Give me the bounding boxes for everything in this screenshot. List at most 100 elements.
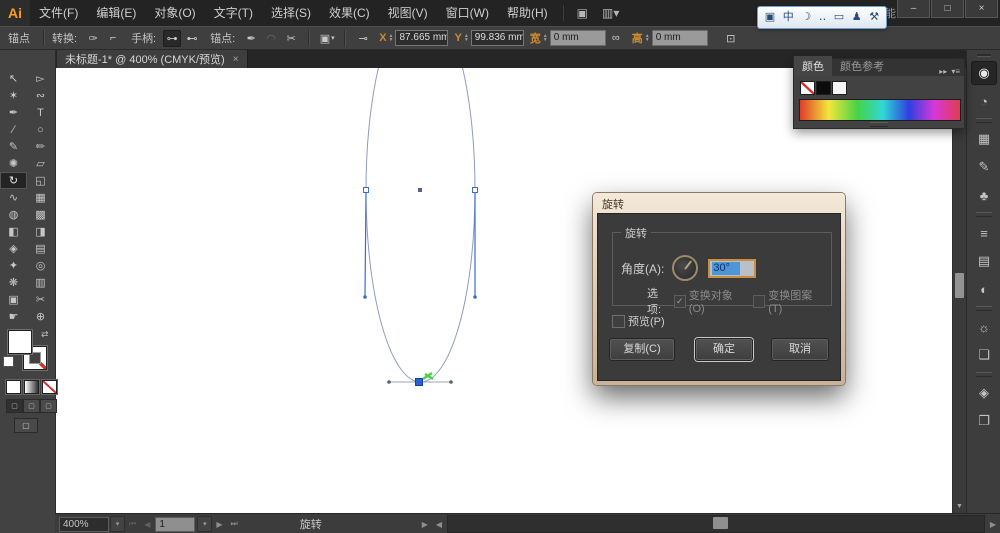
dock-group-grip[interactable] (976, 212, 992, 217)
blend-tool-button[interactable]: ◎ (27, 257, 54, 274)
width-stepper[interactable]: ▲ ▼ (543, 34, 548, 43)
scroll-left-icon[interactable]: ◀ (432, 520, 446, 529)
zoom-level-field[interactable]: 400% (59, 516, 109, 532)
scale-tool-button[interactable]: ◱ (27, 172, 54, 189)
ime-punctuation-icon[interactable]: ‥ (819, 12, 826, 23)
eyedropper-tool-button[interactable]: ✦ (0, 257, 27, 274)
white-swatch[interactable] (832, 81, 847, 95)
dock-group-grip[interactable] (976, 118, 992, 123)
ok-button[interactable]: 确定 (695, 338, 753, 361)
menu-item-window[interactable]: 窗口(W) (437, 0, 498, 26)
right-anchor-point[interactable] (472, 187, 478, 193)
column-graph-tool-button[interactable]: ▥ (27, 274, 54, 291)
maximize-button[interactable]: □ (931, 0, 964, 18)
type-tool-button[interactable]: T (27, 104, 54, 121)
arrange-documents-icon[interactable]: ▥▾ (595, 6, 626, 20)
panel-brushes-icon[interactable]: ✎ (971, 155, 997, 179)
show-handles-icon[interactable]: ⊶ (163, 29, 182, 47)
panel-menu-icon[interactable]: ▾≡ (951, 67, 960, 76)
dock-group-grip[interactable] (976, 306, 992, 311)
panel-resize-handle[interactable] (870, 122, 888, 127)
left-anchor-point[interactable] (363, 187, 369, 193)
panel-color-guide-icon[interactable]: ◔ (971, 89, 997, 113)
free-transform-tool-button[interactable]: ▦ (27, 189, 54, 206)
bottom-right-handle-endpoint[interactable] (449, 380, 453, 384)
panel-layers-icon[interactable]: ◈ (971, 381, 997, 405)
preview-checkbox[interactable] (612, 314, 625, 328)
ime-toolbar[interactable]: ▣ 中 ☽ ‥ ▭ ♟ ⚒ (757, 6, 887, 29)
connect-path-icon[interactable]: ◠ (262, 30, 280, 47)
first-artboard-icon[interactable]: ⏮ (125, 519, 140, 529)
mesh-tool-button[interactable]: ◈ (0, 240, 27, 257)
slice-tool-button[interactable]: ✂ (27, 291, 54, 308)
color-mode-none[interactable] (42, 380, 57, 394)
symbol-sprayer-tool-button[interactable]: ❋ (0, 274, 27, 291)
close-tab-icon[interactable]: × (233, 54, 239, 65)
y-field[interactable]: 99.836 mm (470, 30, 524, 46)
color-mode-fill[interactable] (6, 380, 21, 394)
pen-tool-button[interactable]: ✒ (0, 104, 27, 121)
scroll-down-icon[interactable]: ▼ (953, 500, 966, 513)
document-tab[interactable]: 未标题-1* @ 400% (CMYK/预览) × (57, 50, 248, 68)
panel-stroke-icon[interactable]: ≡ (971, 221, 997, 245)
center-point-marker[interactable] (418, 188, 422, 192)
vertical-scrollbar-thumb[interactable] (955, 273, 964, 298)
convert-corner-icon[interactable]: ⌐ (104, 30, 122, 47)
panel-gradient-icon[interactable]: ▤ (971, 249, 997, 273)
selection-tool-button[interactable]: ↖ (0, 70, 27, 87)
menu-item-select[interactable]: 选择(S) (262, 0, 320, 26)
blob-brush-tool-button[interactable]: ✺ (0, 155, 27, 172)
rotate-tool-button[interactable]: ↻ (0, 172, 27, 189)
transform-patterns-checkbox[interactable] (753, 294, 766, 308)
last-artboard-icon[interactable]: ⏭ (227, 519, 242, 529)
gradient-tool-button[interactable]: ▤ (27, 240, 54, 257)
selected-anchor-point[interactable] (415, 378, 423, 386)
hand-tool-button[interactable]: ☛ (0, 308, 27, 325)
cut-path-icon[interactable]: ✂ (282, 30, 300, 47)
live-paint-selection-tool-button[interactable]: ◨ (27, 223, 54, 240)
menu-item-object[interactable]: 对象(O) (145, 0, 204, 26)
pencil-tool-button[interactable]: ✏ (27, 138, 54, 155)
ime-chinese-mode-icon[interactable]: 中 (783, 12, 794, 23)
swap-fill-stroke-icon[interactable]: ⇄ (41, 329, 49, 340)
panel-artboards-icon[interactable]: ❐ (971, 409, 997, 433)
ime-user-icon[interactable]: ♟ (852, 12, 862, 23)
next-artboard-icon[interactable]: ▶ (212, 520, 226, 529)
panel-graphic-styles-icon[interactable]: ❏ (971, 343, 997, 367)
paintbrush-tool-button[interactable]: ✎ (0, 138, 27, 155)
eraser-tool-button[interactable]: ▱ (27, 155, 54, 172)
artboard-dropdown-icon[interactable]: ▾ (197, 516, 213, 532)
hide-handles-icon[interactable]: ⊷ (183, 30, 201, 47)
cancel-button[interactable]: 取消 (771, 338, 829, 361)
ellipse-tool-button[interactable]: ○ (27, 121, 54, 138)
menu-item-edit[interactable]: 编辑(E) (87, 0, 145, 26)
bottom-left-handle-endpoint[interactable] (387, 380, 391, 384)
panel-symbols-icon[interactable]: ♣ (971, 183, 997, 207)
lasso-tool-button[interactable]: ∾ (27, 87, 54, 104)
panel-appearance-icon[interactable]: ☼ (971, 315, 997, 339)
horizontal-scrollbar-thumb[interactable] (713, 517, 729, 529)
align-point-icon[interactable]: ⊸ (354, 30, 372, 47)
width-field[interactable]: 0 mm (549, 30, 606, 46)
magic-wand-tool-button[interactable]: ✶ (0, 87, 27, 104)
height-field[interactable]: 0 mm (651, 30, 708, 46)
width-tool-button[interactable]: ∿ (0, 189, 27, 206)
expand-panels-icon[interactable]: ▸▸ (939, 67, 947, 76)
menu-item-view[interactable]: 视图(V) (379, 0, 437, 26)
ellipse-path[interactable] (365, 68, 476, 383)
black-swatch[interactable] (816, 81, 831, 95)
x-stepper[interactable]: ▲ ▼ (389, 34, 394, 43)
panel-color-icon[interactable]: ◉ (971, 61, 997, 85)
direct-selection-tool-button[interactable]: ▻ (27, 70, 54, 87)
close-button[interactable]: × (965, 0, 998, 18)
color-spectrum-bar[interactable] (799, 99, 961, 121)
angle-input[interactable]: 30° (708, 258, 757, 278)
line-segment-tool-button[interactable]: ∕ (0, 121, 27, 138)
ime-keyboard-icon[interactable]: ▭ (834, 12, 844, 23)
zoom-tool-button[interactable]: ⊕ (27, 308, 54, 325)
ime-wrench-icon[interactable]: ⚒ (869, 12, 879, 23)
transform-panel-icon[interactable]: ⊡ (722, 30, 740, 47)
menu-item-effect[interactable]: 效果(C) (320, 0, 379, 26)
draw-inside-button[interactable]: ▢ (40, 399, 57, 413)
color-mode-gradient[interactable] (24, 380, 39, 394)
